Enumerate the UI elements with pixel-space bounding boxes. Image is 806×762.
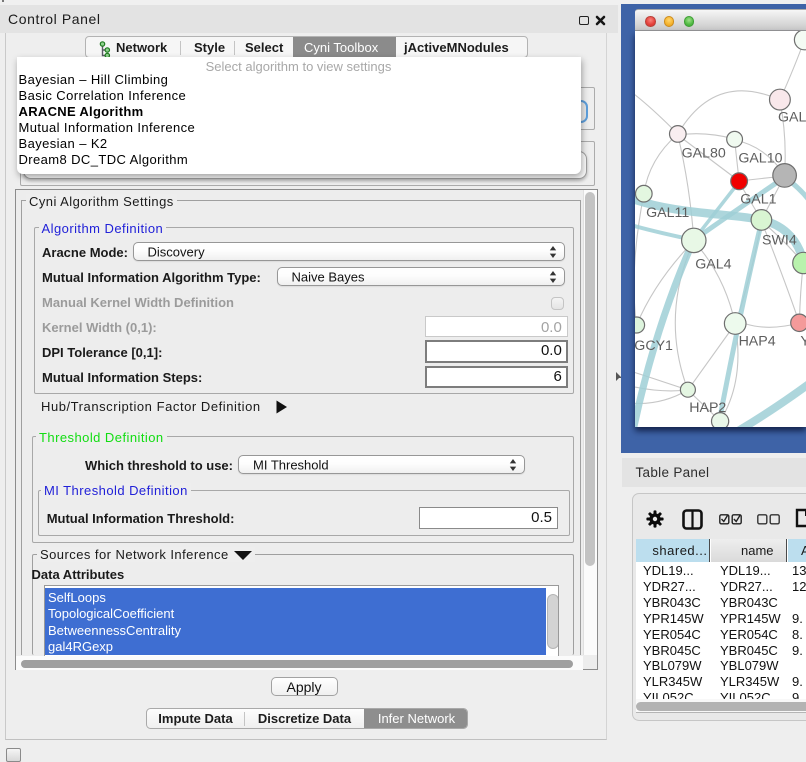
- svg-text:HAP4: HAP4: [738, 333, 775, 349]
- svg-text:GAL11: GAL11: [646, 205, 689, 221]
- svg-text:GAL4: GAL4: [695, 256, 731, 272]
- svg-text:GCY1: GCY1: [635, 338, 673, 354]
- svg-text:GAL7: GAL7: [778, 109, 806, 125]
- svg-text:GAL10: GAL10: [738, 150, 782, 166]
- svg-text:SWI4: SWI4: [762, 232, 797, 248]
- svg-text:HAP2: HAP2: [689, 400, 726, 416]
- svg-text:GAL1: GAL1: [740, 191, 776, 207]
- svg-text:Y: Y: [800, 333, 806, 349]
- svg-text:GAL80: GAL80: [681, 145, 725, 161]
